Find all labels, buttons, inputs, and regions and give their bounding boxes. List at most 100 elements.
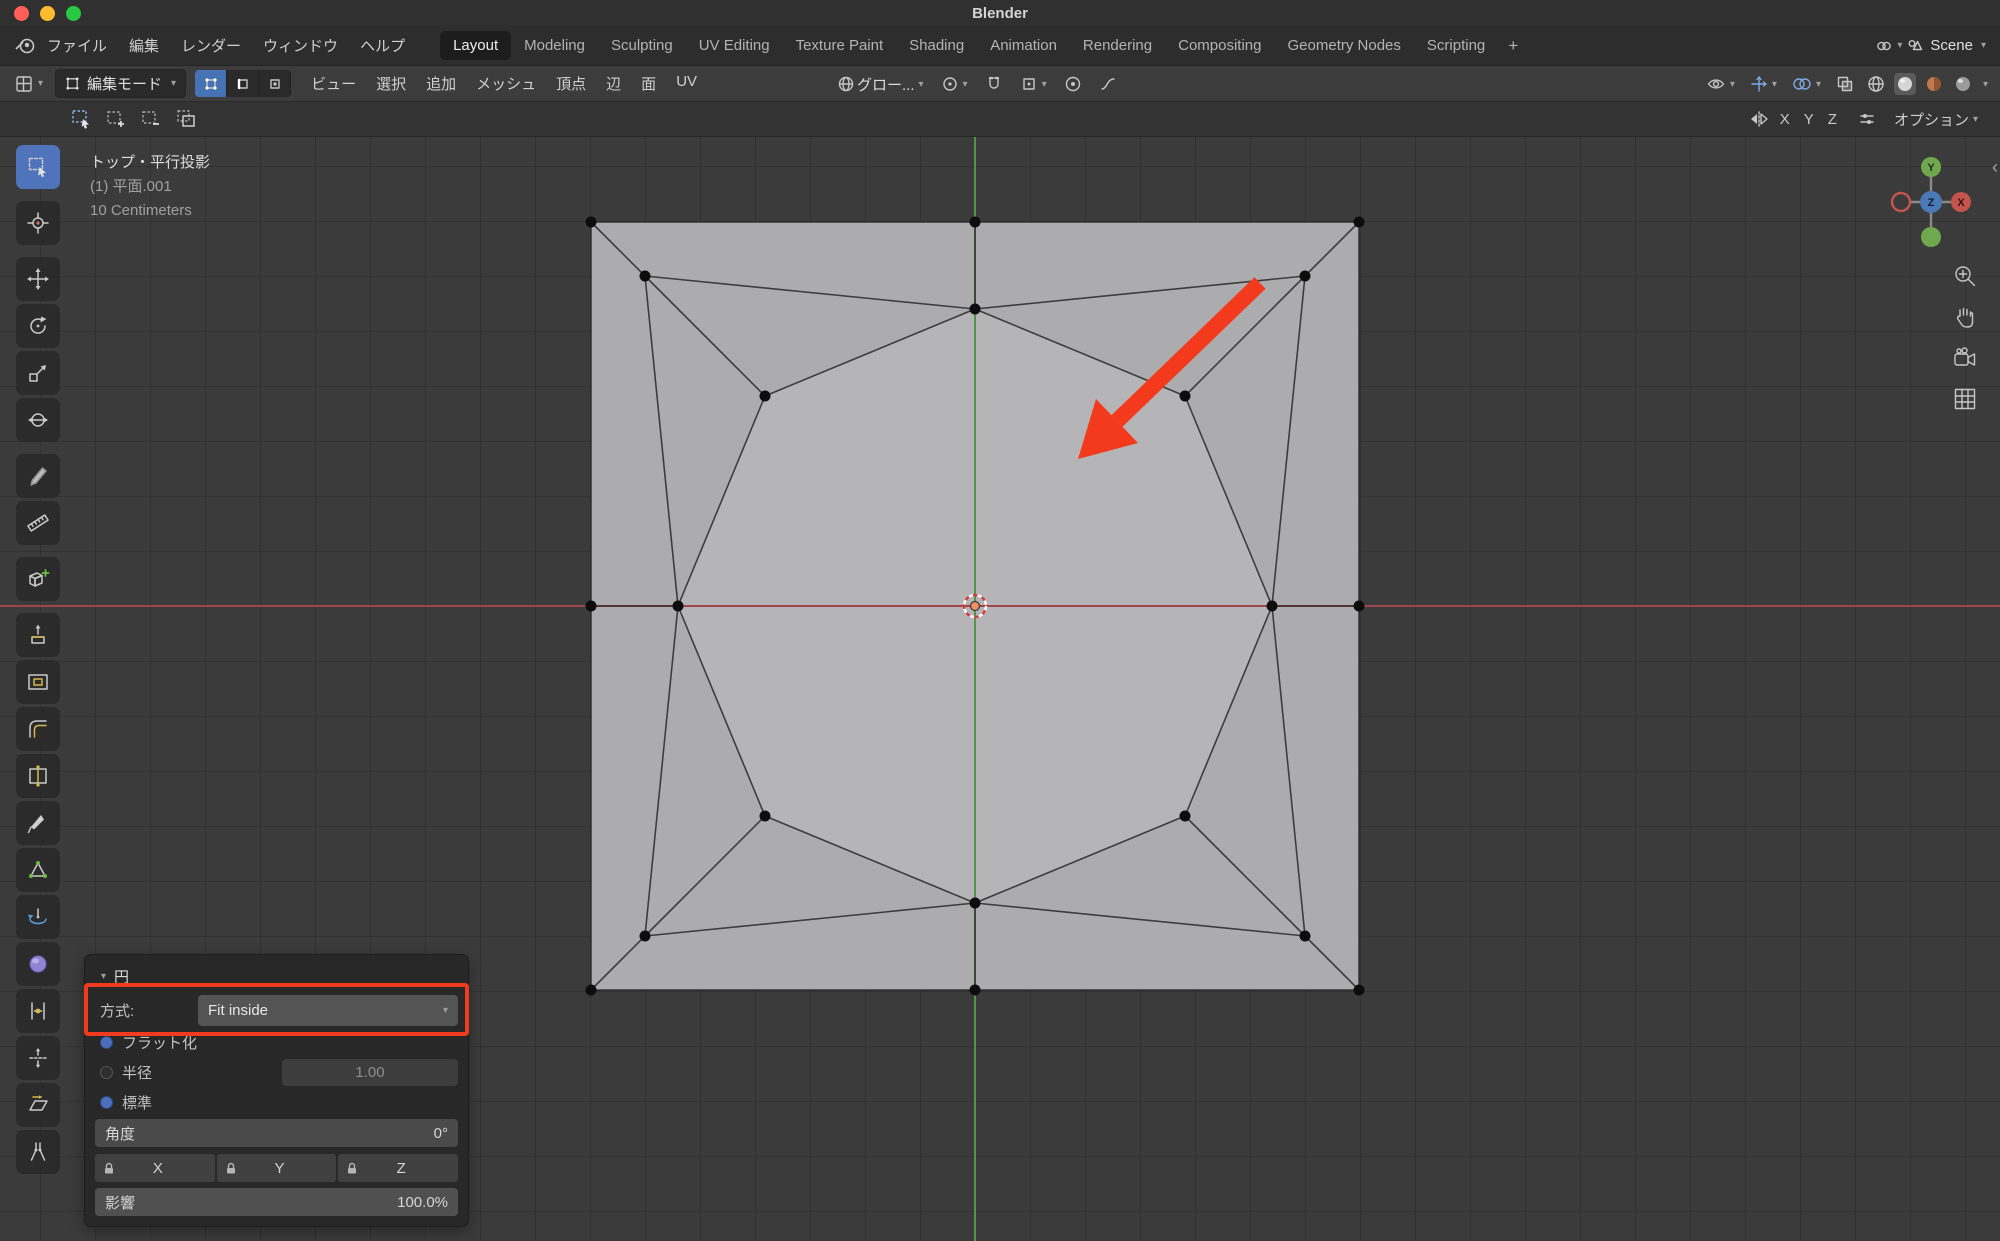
shading-material-button[interactable] bbox=[1923, 73, 1945, 95]
tab-uv-editing[interactable]: UV Editing bbox=[686, 31, 783, 60]
tool-shear[interactable] bbox=[16, 1083, 60, 1127]
menu-render[interactable]: レンダー bbox=[170, 35, 252, 56]
lock-x-button[interactable]: X bbox=[95, 1154, 215, 1182]
menu-face[interactable]: 面 bbox=[631, 73, 666, 94]
blender-logo-icon[interactable] bbox=[14, 35, 36, 57]
lock-y-button[interactable]: Y bbox=[217, 1154, 337, 1182]
tool-extrude-region[interactable] bbox=[16, 613, 60, 657]
show-overlays-dropdown[interactable]: ▾ bbox=[1788, 72, 1825, 96]
tool-move[interactable] bbox=[16, 257, 60, 301]
gizmo-y-negative[interactable] bbox=[1921, 227, 1941, 247]
camera-view-icon[interactable] bbox=[1952, 345, 1978, 371]
tab-modeling[interactable]: Modeling bbox=[511, 31, 598, 60]
tab-geometry-nodes[interactable]: Geometry Nodes bbox=[1275, 31, 1414, 60]
navigation-gizmo[interactable]: Y X Z bbox=[1889, 155, 1973, 249]
menu-view[interactable]: ビュー bbox=[301, 73, 366, 94]
proportional-edit-toggle[interactable] bbox=[1060, 72, 1086, 96]
snap-settings-dropdown[interactable]: ▾ bbox=[1016, 72, 1051, 96]
proportional-falloff-dropdown[interactable] bbox=[1095, 72, 1121, 96]
tool-settings-button[interactable] bbox=[1854, 107, 1880, 131]
influence-slider[interactable]: 影響 100.0% bbox=[95, 1188, 458, 1216]
tool-shrink-fatten[interactable] bbox=[16, 1036, 60, 1080]
object-visibility-dropdown[interactable]: ▾ bbox=[1702, 72, 1739, 96]
lock-z-button[interactable]: Z bbox=[338, 1154, 458, 1182]
toggle-grid-icon[interactable] bbox=[1952, 386, 1978, 412]
show-gizmo-dropdown[interactable]: ▾ bbox=[1746, 72, 1781, 96]
shading-wireframe-button[interactable] bbox=[1865, 73, 1887, 95]
scene-selector[interactable]: Scene ▾ bbox=[1906, 37, 1986, 55]
tab-scripting[interactable]: Scripting bbox=[1414, 31, 1498, 60]
select-extend-button[interactable] bbox=[101, 105, 131, 133]
radius-toggle[interactable] bbox=[100, 1066, 113, 1079]
menu-vertex[interactable]: 頂点 bbox=[546, 73, 596, 94]
tool-knife[interactable] bbox=[16, 801, 60, 845]
tool-rotate[interactable] bbox=[16, 304, 60, 348]
method-dropdown[interactable]: Fit inside ▾ bbox=[198, 995, 458, 1026]
tool-transform[interactable] bbox=[16, 398, 60, 442]
tool-edge-slide[interactable] bbox=[16, 989, 60, 1033]
select-new-button[interactable] bbox=[66, 105, 96, 133]
select-subtract-button[interactable] bbox=[136, 105, 166, 133]
shading-solid-button[interactable] bbox=[1894, 73, 1916, 95]
pan-hand-icon[interactable] bbox=[1952, 304, 1978, 330]
edge-select-mode-button[interactable] bbox=[227, 70, 259, 97]
menu-edge[interactable]: 辺 bbox=[596, 73, 631, 94]
flatten-toggle[interactable] bbox=[100, 1036, 113, 1049]
tab-animation[interactable]: Animation bbox=[977, 31, 1070, 60]
select-intersect-button[interactable] bbox=[171, 105, 201, 133]
tool-scale[interactable] bbox=[16, 351, 60, 395]
tab-shading[interactable]: Shading bbox=[896, 31, 977, 60]
tool-annotate[interactable] bbox=[16, 454, 60, 498]
face-select-mode-button[interactable] bbox=[259, 70, 291, 97]
tab-texture-paint[interactable]: Texture Paint bbox=[783, 31, 897, 60]
snap-toggle[interactable] bbox=[981, 72, 1007, 96]
options-dropdown[interactable]: オプション ▾ bbox=[1890, 106, 1982, 133]
tab-layout[interactable]: Layout bbox=[440, 31, 511, 60]
mirror-y-toggle[interactable]: Y bbox=[1797, 111, 1821, 128]
tool-inset-faces[interactable] bbox=[16, 660, 60, 704]
tab-rendering[interactable]: Rendering bbox=[1070, 31, 1165, 60]
transform-orientation-dropdown[interactable]: グロー... ▾ bbox=[833, 71, 928, 98]
menu-window[interactable]: ウィンドウ bbox=[252, 35, 349, 56]
tool-measure[interactable] bbox=[16, 501, 60, 545]
mode-selector-dropdown[interactable]: 編集モード ▾ bbox=[55, 69, 186, 98]
close-window-button[interactable] bbox=[14, 6, 29, 21]
regular-toggle[interactable] bbox=[100, 1096, 113, 1109]
menu-mesh[interactable]: メッシュ bbox=[466, 73, 546, 94]
tab-compositing[interactable]: Compositing bbox=[1165, 31, 1274, 60]
angle-slider[interactable]: 角度 0° bbox=[95, 1119, 458, 1147]
tool-add-cube[interactable] bbox=[16, 557, 60, 601]
sidebar-collapse-arrow[interactable]: ‹ bbox=[1992, 157, 1998, 178]
tool-cursor[interactable] bbox=[16, 201, 60, 245]
tool-smooth[interactable] bbox=[16, 942, 60, 986]
minimize-window-button[interactable] bbox=[40, 6, 55, 21]
vertex-select-mode-button[interactable] bbox=[195, 70, 227, 97]
shading-rendered-button[interactable] bbox=[1952, 73, 1974, 95]
tab-sculpting[interactable]: Sculpting bbox=[598, 31, 686, 60]
pivot-point-dropdown[interactable]: ▾ bbox=[937, 72, 972, 96]
shading-dropdown-chevron[interactable]: ▾ bbox=[1983, 79, 1988, 90]
menu-edit[interactable]: 編集 bbox=[118, 35, 170, 56]
menu-add[interactable]: 追加 bbox=[416, 73, 466, 94]
tool-poly-build[interactable] bbox=[16, 848, 60, 892]
menu-select[interactable]: 選択 bbox=[366, 73, 416, 94]
tool-select-box[interactable] bbox=[16, 145, 60, 189]
menu-file[interactable]: ファイル bbox=[36, 35, 118, 56]
browse-scene-button[interactable]: ▾ bbox=[1871, 34, 1906, 58]
zoom-window-button[interactable] bbox=[66, 6, 81, 21]
tool-bevel[interactable] bbox=[16, 707, 60, 751]
gizmo-x-negative[interactable] bbox=[1892, 193, 1910, 211]
tool-rip-region[interactable] bbox=[16, 1130, 60, 1174]
menu-uv[interactable]: UV bbox=[666, 73, 707, 94]
mirror-x-toggle[interactable]: X bbox=[1773, 111, 1797, 128]
operator-panel-header[interactable]: ▾ 円 bbox=[95, 963, 458, 989]
xray-toggle[interactable] bbox=[1832, 72, 1858, 96]
tool-spin[interactable] bbox=[16, 895, 60, 939]
mirror-toggle-group[interactable] bbox=[1745, 107, 1773, 131]
mirror-z-toggle[interactable]: Z bbox=[1821, 111, 1844, 128]
menu-help[interactable]: ヘルプ bbox=[349, 35, 416, 56]
tool-loop-cut[interactable] bbox=[16, 754, 60, 798]
editor-type-button[interactable]: ▾ bbox=[10, 71, 47, 97]
3d-viewport[interactable]: トップ・平行投影 (1) 平面.001 10 Centimeters bbox=[0, 137, 2000, 1241]
zoom-icon[interactable] bbox=[1952, 263, 1978, 289]
